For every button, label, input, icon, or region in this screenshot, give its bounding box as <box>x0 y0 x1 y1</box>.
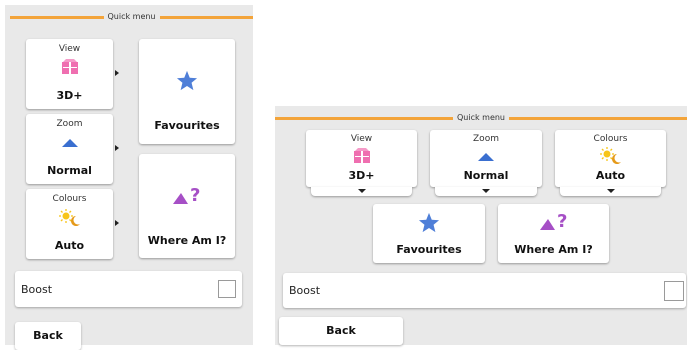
left-quick-menu-screen: Quick menu View 3D+ Zoom Normal Colours <box>5 5 253 350</box>
where-am-i-label: Where Am I? <box>514 243 593 256</box>
3d-buildings-icon <box>61 59 78 74</box>
favourites-label: Favourites <box>396 243 462 256</box>
quick-menu-header: Quick menu <box>10 11 253 23</box>
3d-buildings-icon <box>353 148 370 163</box>
day-night-icon <box>599 147 621 164</box>
boost-checkbox[interactable] <box>218 280 236 298</box>
where-am-i-button[interactable]: ? Where Am I? <box>498 204 609 263</box>
quick-menu-title: Quick menu <box>452 112 510 124</box>
view-tile-title: View <box>58 44 81 54</box>
svg-text:?: ? <box>190 185 200 206</box>
colours-tile-value: Auto <box>54 239 85 252</box>
star-icon <box>176 70 198 91</box>
where-am-i-button[interactable]: ? Where Am I? <box>139 154 235 258</box>
location-question-icon: ? <box>173 185 200 206</box>
colours-dropdown-toggle[interactable] <box>560 187 661 196</box>
quick-menu-header: Quick menu <box>275 112 687 124</box>
colours-tile-title: Colours <box>593 134 628 144</box>
zoom-tile[interactable]: Zoom Normal <box>430 130 542 187</box>
view-tile-value: 3D+ <box>56 89 83 102</box>
view-tile-value: 3D+ <box>348 169 375 182</box>
view-tile-title: View <box>350 134 373 144</box>
boost-label: Boost <box>21 283 53 296</box>
view-expand-arrow[interactable] <box>115 70 119 76</box>
favourites-button[interactable]: Favourites <box>139 39 235 144</box>
boost-checkbox[interactable] <box>664 281 684 301</box>
chevron-down-icon <box>357 189 366 193</box>
zoom-dropdown-toggle[interactable] <box>435 187 537 196</box>
zoom-chevron-icon <box>478 153 494 161</box>
chevron-down-icon <box>482 189 490 193</box>
zoom-tile-title: Zoom <box>56 119 83 129</box>
zoom-expand-arrow[interactable] <box>115 145 119 151</box>
zoom-tile-value: Normal <box>47 164 92 177</box>
zoom-chevron-icon <box>61 139 78 147</box>
zoom-tile-title: Zoom <box>473 134 499 144</box>
back-button[interactable]: Back <box>279 317 403 345</box>
svg-text:?: ? <box>557 211 567 232</box>
right-quick-menu-screen: Quick menu View 3D+ Zoom Normal Colours <box>275 106 687 345</box>
zoom-tile-value: Normal <box>463 169 509 182</box>
colours-tile-value: Auto <box>595 169 626 182</box>
day-night-icon <box>58 209 80 226</box>
colours-tile-title: Colours <box>52 194 87 204</box>
colours-tile[interactable]: Colours Auto <box>555 130 666 187</box>
view-tile[interactable]: View 3D+ <box>306 130 417 187</box>
colours-expand-arrow[interactable] <box>115 220 119 226</box>
quick-menu-title: Quick menu <box>103 11 160 23</box>
view-dropdown-toggle[interactable] <box>311 187 412 196</box>
favourites-label: Favourites <box>154 119 220 132</box>
back-button[interactable]: Back <box>15 322 81 350</box>
where-am-i-label: Where Am I? <box>147 234 227 247</box>
boost-label: Boost <box>289 284 321 297</box>
zoom-tile[interactable]: Zoom Normal <box>26 114 113 184</box>
location-question-icon: ? <box>539 211 567 232</box>
star-icon <box>418 212 440 233</box>
colours-tile[interactable]: Colours Auto <box>26 189 113 259</box>
boost-row[interactable]: Boost <box>15 271 242 307</box>
chevron-down-icon <box>606 189 615 193</box>
favourites-button[interactable]: Favourites <box>373 204 485 263</box>
view-tile[interactable]: View 3D+ <box>26 39 113 109</box>
boost-row[interactable]: Boost <box>283 273 686 308</box>
